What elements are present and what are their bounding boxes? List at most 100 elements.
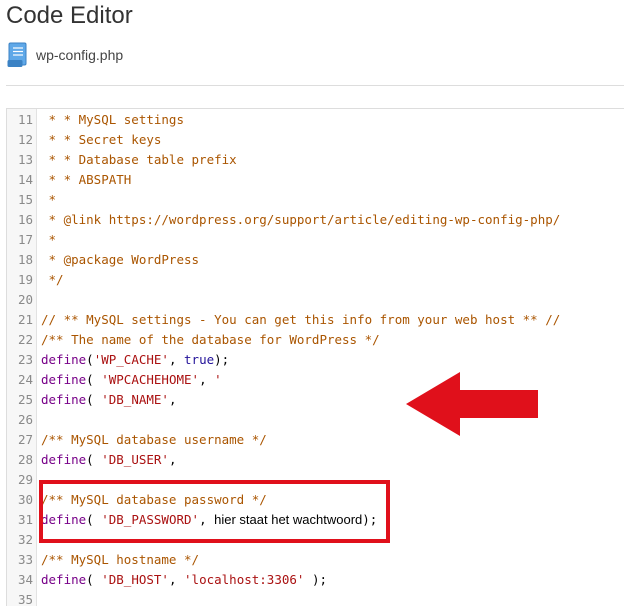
- code-token: */: [41, 272, 64, 287]
- code-text[interactable]: define( 'WPCACHEHOME', ': [41, 370, 222, 390]
- line-number: 24: [17, 372, 33, 387]
- code-text[interactable]: /** MySQL database username */: [41, 430, 267, 450]
- line-number: 18: [17, 252, 33, 267]
- line-number: 11: [17, 112, 33, 127]
- line-number: 14: [17, 172, 33, 187]
- code-token: ,: [168, 572, 185, 587]
- code-token: 'DB_HOST': [101, 572, 169, 587]
- code-line[interactable]: 19 */: [7, 270, 624, 290]
- code-token: ,: [199, 372, 215, 387]
- line-number: 29: [17, 472, 33, 487]
- line-number: 31: [17, 512, 33, 527]
- line-number: 32: [17, 532, 33, 547]
- code-text[interactable]: * * ABSPATH: [41, 170, 132, 190]
- code-token: );: [214, 352, 230, 367]
- code-text[interactable]: */: [41, 270, 64, 290]
- line-number: 25: [17, 392, 33, 407]
- code-token: 'WP_CACHE': [93, 352, 169, 367]
- code-token: (: [86, 372, 102, 387]
- code-token: // ** MySQL settings - You can get this …: [41, 312, 561, 327]
- code-line[interactable]: 16 * @link https://wordpress.org/support…: [7, 210, 624, 230]
- code-token: /** MySQL hostname */: [41, 552, 200, 567]
- code-line[interactable]: 11 * * MySQL settings: [7, 110, 624, 130]
- code-text[interactable]: * * MySQL settings: [41, 110, 184, 130]
- code-token: 'WPCACHEHOME': [101, 372, 200, 387]
- file-tab[interactable]: wp-config.php: [7, 42, 123, 68]
- code-token: ,: [168, 392, 177, 407]
- code-line[interactable]: 33 /** MySQL hostname */: [7, 550, 624, 570]
- line-number: 26: [17, 412, 33, 427]
- code-token: ,: [168, 352, 185, 367]
- code-text[interactable]: *: [41, 230, 57, 250]
- code-token: *: [41, 192, 57, 207]
- code-line[interactable]: 20: [7, 290, 624, 310]
- code-token: /** MySQL database username */: [41, 432, 267, 447]
- line-number: 19: [17, 272, 33, 287]
- code-token: 'DB_NAME': [101, 392, 169, 407]
- code-token: define: [41, 572, 87, 587]
- code-line[interactable]: 12 * * Secret keys: [7, 130, 624, 150]
- code-token: define: [41, 452, 87, 467]
- code-line[interactable]: 35: [7, 590, 624, 606]
- code-token: * * Database table prefix: [41, 152, 237, 167]
- code-text[interactable]: define( 'DB_NAME',: [41, 390, 176, 410]
- line-number: 20: [17, 292, 33, 307]
- line-number: 27: [17, 432, 33, 447]
- code-line[interactable]: 28 define( 'DB_USER',: [7, 450, 624, 470]
- code-text[interactable]: define( 'DB_USER',: [41, 450, 176, 470]
- code-token: * @link https://wordpress.org/support/ar…: [41, 212, 561, 227]
- code-token: 'localhost:3306': [184, 572, 305, 587]
- line-number: 21: [17, 312, 33, 327]
- code-text[interactable]: /** MySQL hostname */: [41, 550, 199, 570]
- line-number: 17: [17, 232, 33, 247]
- code-editor[interactable]: 11 * * MySQL settings 12 * * Secret keys 1…: [6, 108, 624, 606]
- code-text[interactable]: * @package WordPress: [41, 250, 200, 270]
- password-highlight-box: [39, 480, 390, 543]
- code-line[interactable]: 34 define( 'DB_HOST', 'localhost:3306' );: [7, 570, 624, 590]
- code-text[interactable]: define( 'DB_HOST', 'localhost:3306' );: [41, 570, 327, 590]
- code-text[interactable]: * @link https://wordpress.org/support/ar…: [41, 210, 561, 230]
- line-number: 15: [17, 192, 33, 207]
- code-token: define: [41, 392, 87, 407]
- document-icon: [7, 42, 27, 67]
- line-number: 13: [17, 152, 33, 167]
- line-number: 16: [17, 212, 33, 227]
- code-token: * * ABSPATH: [41, 172, 132, 187]
- code-text[interactable]: /** The name of the database for WordPre…: [41, 330, 380, 350]
- code-token: * * Secret keys: [41, 132, 162, 147]
- line-number: 35: [17, 592, 33, 606]
- code-token: ,: [168, 452, 177, 467]
- code-token: * * MySQL settings: [41, 112, 184, 127]
- code-line[interactable]: 13 * * Database table prefix: [7, 150, 624, 170]
- code-token: /** The name of the database for WordPre…: [41, 332, 380, 347]
- code-token: true: [184, 352, 215, 367]
- line-number: 28: [17, 452, 33, 467]
- code-token: (: [86, 392, 102, 407]
- code-token: (: [86, 572, 102, 587]
- code-line[interactable]: 17 *: [7, 230, 624, 250]
- code-text[interactable]: define('WP_CACHE', true);: [41, 350, 229, 370]
- code-token: (: [86, 352, 94, 367]
- red-arrow-icon: [406, 372, 538, 436]
- code-text[interactable]: *: [41, 190, 57, 210]
- code-line[interactable]: 14 * * ABSPATH: [7, 170, 624, 190]
- code-text[interactable]: * * Database table prefix: [41, 150, 237, 170]
- code-line[interactable]: 23 define('WP_CACHE', true);: [7, 350, 624, 370]
- code-text[interactable]: // ** MySQL settings - You can get this …: [41, 310, 560, 330]
- line-number: 34: [17, 572, 33, 587]
- code-token: 'DB_USER': [101, 452, 169, 467]
- code-token: ': [214, 372, 222, 387]
- code-token: (: [86, 452, 102, 467]
- line-number: 23: [17, 352, 33, 367]
- code-token: define: [41, 372, 87, 387]
- line-number: 30: [17, 492, 33, 507]
- line-number: 22: [17, 332, 33, 347]
- divider: [6, 85, 624, 86]
- code-token: define: [41, 352, 87, 367]
- code-line[interactable]: 15 *: [7, 190, 624, 210]
- code-line[interactable]: 22 /** The name of the database for WordP…: [7, 330, 624, 350]
- code-line[interactable]: 18 * @package WordPress: [7, 250, 624, 270]
- code-token: *: [41, 232, 57, 247]
- code-text[interactable]: * * Secret keys: [41, 130, 162, 150]
- code-line[interactable]: 21 // ** MySQL settings - You can get thi…: [7, 310, 624, 330]
